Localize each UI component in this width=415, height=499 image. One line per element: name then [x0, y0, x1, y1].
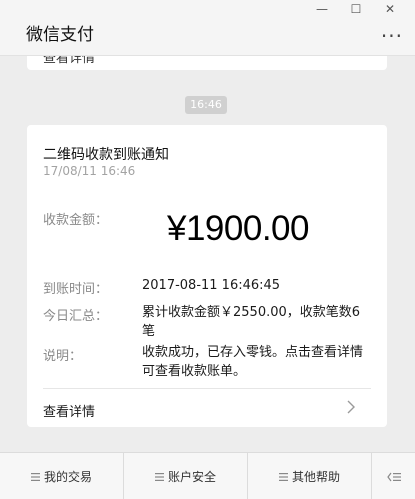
notification-title: 二维码收款到账通知	[43, 147, 169, 163]
chevron-right-icon[interactable]	[345, 397, 357, 417]
notification-date: 17/08/11 16:46	[43, 164, 136, 178]
note-value: 收款成功，已存入零钱。点击查看详情可查看收款账单。	[142, 345, 364, 379]
daily-summary-value: 累计收款金额￥2550.00，收款笔数6笔	[142, 305, 361, 339]
previous-message-card[interactable]: 查看详情	[27, 56, 387, 70]
menu-icon	[154, 472, 164, 481]
arrival-time-value: 2017-08-11 16:46:45	[142, 278, 281, 293]
keyboard-toggle-icon	[386, 472, 401, 481]
menu-label: 我的交易	[43, 470, 92, 484]
menu-label: 其他帮助	[291, 470, 340, 484]
menu-account-security[interactable]: 账户安全	[124, 453, 248, 499]
arrival-time-label: 到账时间：	[43, 282, 109, 297]
amount-value: ¥1900.00	[167, 209, 309, 248]
keyboard-toggle-button[interactable]	[372, 453, 415, 499]
maximize-button[interactable]: ☐	[339, 0, 373, 18]
menu-label: 账户安全	[167, 470, 216, 484]
menu-icon	[278, 472, 288, 481]
daily-summary-label: 今日汇总：	[43, 309, 109, 324]
close-button[interactable]: ✕	[373, 0, 407, 18]
title-bar: 微信支付 — ☐ ✕ ···	[0, 0, 415, 56]
note-label: 说明：	[43, 349, 83, 364]
menu-my-transactions[interactable]: 我的交易	[0, 453, 124, 499]
divider	[43, 388, 371, 389]
minimize-button[interactable]: —	[305, 0, 339, 18]
menu-other-help[interactable]: 其他帮助	[248, 453, 372, 499]
view-details-link[interactable]: 查看详情	[43, 401, 95, 420]
amount-label: 收款金额：	[43, 213, 109, 228]
more-options-button[interactable]: ···	[381, 24, 403, 48]
bottom-menu-bar: 我的交易 账户安全 其他帮助	[0, 452, 415, 499]
time-badge: 16:46	[185, 96, 227, 114]
chat-title: 微信支付	[26, 25, 94, 45]
previous-message-fragment: 查看详情	[43, 56, 96, 66]
window-controls: — ☐ ✕	[305, 0, 407, 18]
payment-notification-card[interactable]: 二维码收款到账通知 17/08/11 16:46 收款金额： ¥1900.00 …	[27, 125, 387, 427]
menu-icon	[30, 472, 40, 481]
